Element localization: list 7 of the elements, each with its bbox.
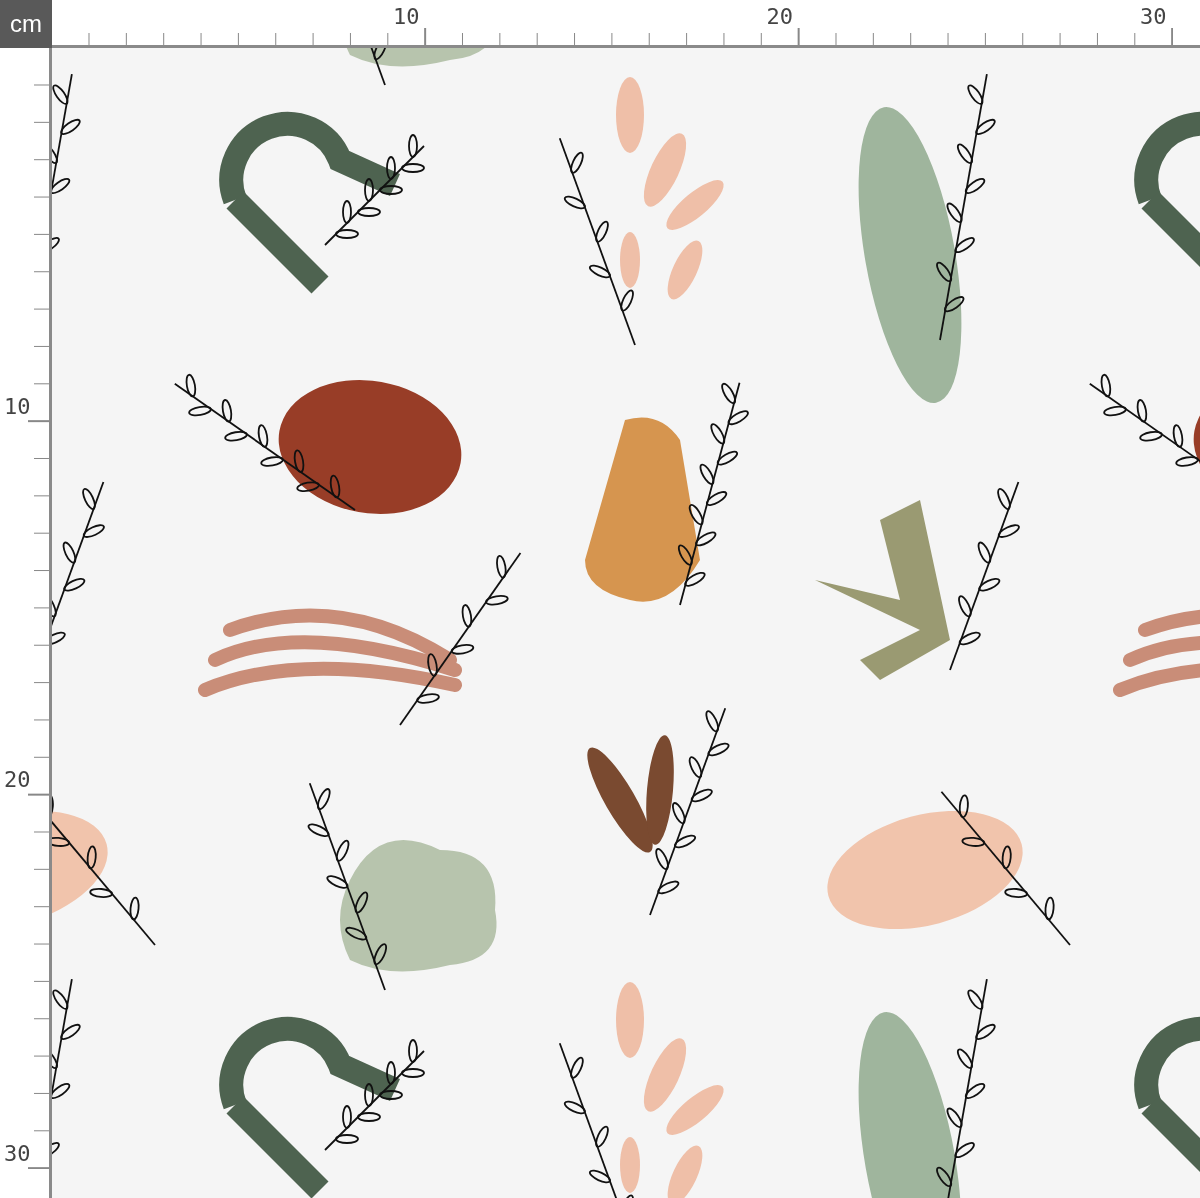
ruler-label: 30 (1140, 6, 1167, 28)
ruler-label: 10 (393, 6, 420, 28)
ruler-label: 20 (4, 769, 31, 791)
ruler-label: 30 (4, 1142, 31, 1165)
ruler-label: 10 (4, 395, 31, 418)
unit-label: cm (0, 0, 52, 48)
ruler-label: 20 (766, 6, 793, 28)
